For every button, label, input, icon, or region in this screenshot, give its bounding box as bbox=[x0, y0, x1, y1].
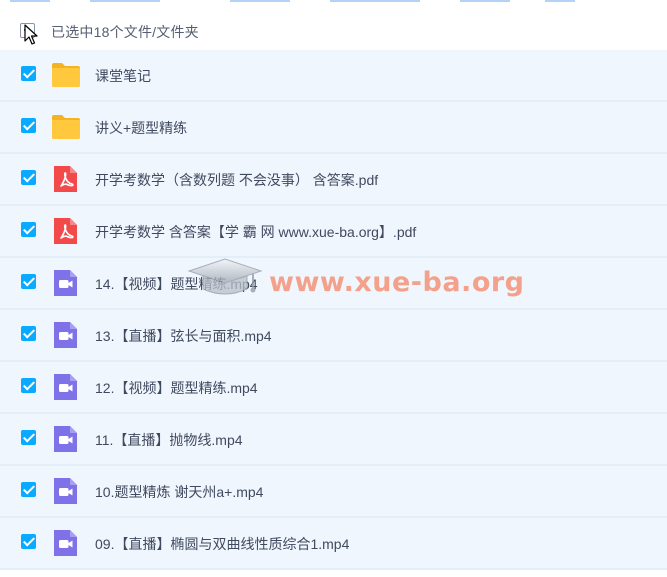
file-row[interactable]: 开学考数学 含答案【学 霸 网 www.xue-ba.org】.pdf bbox=[0, 206, 667, 258]
file-checkbox[interactable] bbox=[21, 222, 36, 237]
file-checkbox[interactable] bbox=[21, 378, 36, 393]
file-row[interactable]: 13.【直播】弦长与面积.mp4 bbox=[0, 310, 667, 362]
folder-icon bbox=[51, 61, 81, 89]
video-icon bbox=[51, 529, 81, 557]
video-icon bbox=[51, 321, 81, 349]
file-list: 课堂笔记讲义+题型精练开学考数学（含数列题 不会没事） 含答案.pdf 开学考数学… bbox=[0, 50, 667, 570]
file-checkbox[interactable] bbox=[21, 66, 36, 81]
file-row[interactable]: 讲义+题型精练 bbox=[0, 102, 667, 154]
pdf-icon bbox=[51, 165, 81, 193]
file-name[interactable]: 11.【直播】抛物线.mp4 bbox=[95, 430, 243, 450]
file-name[interactable]: 讲义+题型精练 bbox=[95, 118, 187, 138]
file-name[interactable]: 14.【视频】题型精练.mp4 bbox=[95, 274, 258, 294]
file-checkbox[interactable] bbox=[21, 482, 36, 497]
file-name[interactable]: 课堂笔记 bbox=[95, 66, 151, 86]
file-row[interactable]: 14.【视频】题型精练.mp4 bbox=[0, 258, 667, 310]
top-strip bbox=[0, 0, 667, 6]
selection-header: 已选中18个文件/文件夹 bbox=[0, 8, 667, 51]
file-checkbox[interactable] bbox=[21, 118, 36, 133]
file-name[interactable]: 09.【直播】椭圆与双曲线性质综合1.mp4 bbox=[95, 534, 349, 554]
video-icon bbox=[51, 269, 81, 297]
file-name[interactable]: 开学考数学（含数列题 不会没事） 含答案.pdf bbox=[95, 170, 378, 190]
file-name[interactable]: 13.【直播】弦长与面积.mp4 bbox=[95, 326, 272, 346]
file-row[interactable]: 开学考数学（含数列题 不会没事） 含答案.pdf bbox=[0, 154, 667, 206]
file-checkbox[interactable] bbox=[21, 534, 36, 549]
file-checkbox[interactable] bbox=[21, 170, 36, 185]
video-icon bbox=[51, 477, 81, 505]
file-checkbox[interactable] bbox=[21, 274, 36, 289]
file-row[interactable]: 11.【直播】抛物线.mp4 bbox=[0, 414, 667, 466]
file-checkbox[interactable] bbox=[21, 326, 36, 341]
file-row[interactable]: 09.【直播】椭圆与双曲线性质综合1.mp4 bbox=[0, 518, 667, 570]
file-name[interactable]: 开学考数学 含答案【学 霸 网 www.xue-ba.org】.pdf bbox=[95, 222, 416, 242]
file-name[interactable]: 12.【视频】题型精练.mp4 bbox=[95, 378, 258, 398]
file-name[interactable]: 10.题型精炼 谢天州a+.mp4 bbox=[95, 482, 263, 502]
file-checkbox[interactable] bbox=[21, 430, 36, 445]
video-icon bbox=[51, 373, 81, 401]
pdf-icon bbox=[51, 217, 81, 245]
folder-icon bbox=[51, 113, 81, 141]
video-icon bbox=[51, 425, 81, 453]
file-row[interactable]: 课堂笔记 bbox=[0, 50, 667, 102]
selection-count-text: 已选中18个文件/文件夹 bbox=[51, 24, 199, 40]
file-row[interactable]: 12.【视频】题型精练.mp4 bbox=[0, 362, 667, 414]
file-row[interactable]: 10.题型精炼 谢天州a+.mp4 bbox=[0, 466, 667, 518]
mouse-cursor-icon bbox=[24, 24, 38, 45]
